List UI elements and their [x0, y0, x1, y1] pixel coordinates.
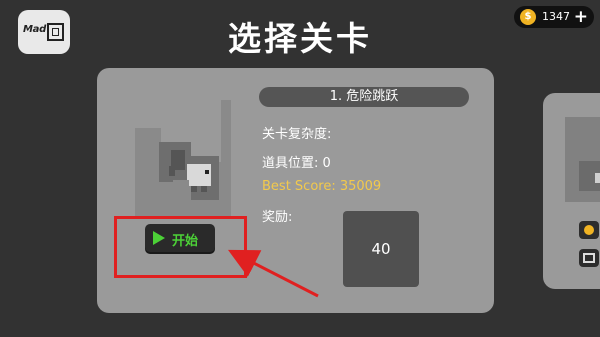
annotation-arrow-icon	[227, 249, 319, 298]
